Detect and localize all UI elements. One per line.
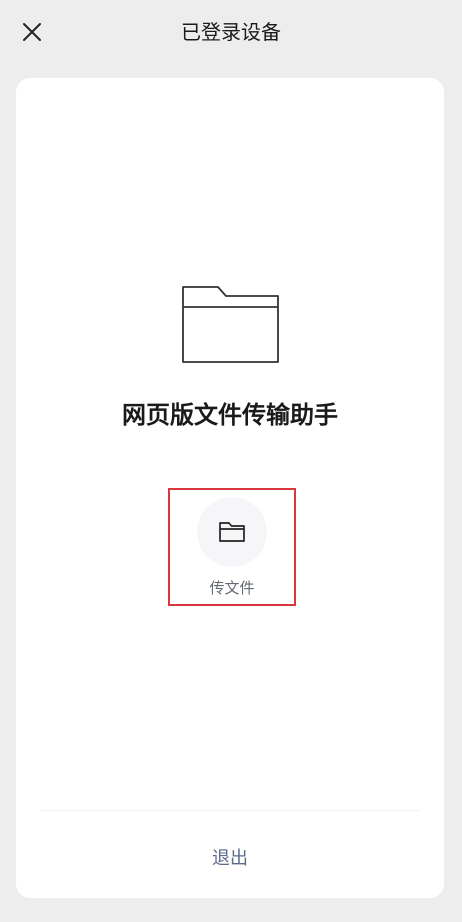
page-title: 已登录设备 bbox=[181, 20, 281, 44]
device-card: 网页版文件传输助手 传文件 退出 bbox=[16, 78, 444, 898]
logged-in-devices-page: 已登录设备 网页版文件传输助手 传文件 退出 bbox=[0, 0, 462, 922]
folder-icon bbox=[182, 286, 279, 363]
transfer-file-icon-circle bbox=[197, 497, 267, 567]
device-name: 网页版文件传输助手 bbox=[122, 401, 338, 429]
folder-icon bbox=[219, 522, 245, 542]
transfer-file-highlight: 传文件 bbox=[168, 488, 296, 606]
header: 已登录设备 bbox=[0, 0, 462, 64]
logout-button[interactable]: 退出 bbox=[16, 842, 444, 876]
transfer-file-label: 传文件 bbox=[209, 579, 255, 597]
transfer-file-button[interactable]: 传文件 bbox=[170, 490, 294, 604]
divider bbox=[40, 810, 420, 811]
